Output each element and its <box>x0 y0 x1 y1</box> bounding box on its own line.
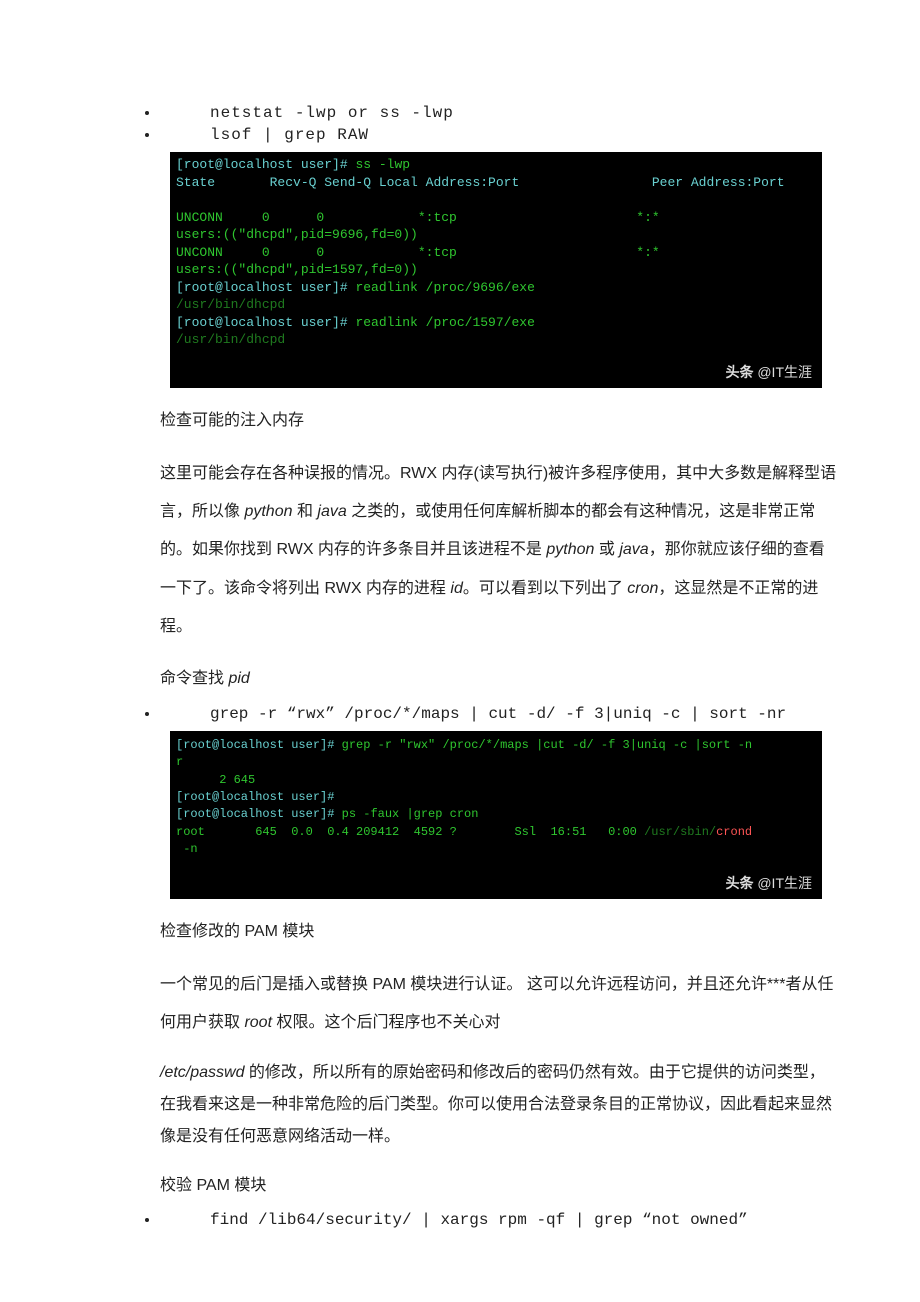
watermark: 头条 @IT生涯 <box>725 363 812 382</box>
watermark: 头条 @IT生涯 <box>725 873 812 893</box>
paragraph-body: /etc/passwd 的修改，所以所有的原始密码和修改后的密码仍然有效。由于它… <box>160 1057 840 1153</box>
term-prompt: [root@localhost user]# <box>176 807 342 821</box>
command-item: grep -r “rwx” /proc/*/maps | cut -d/ -f … <box>160 705 840 723</box>
paragraph-heading: 检查修改的 PAM 模块 <box>160 913 840 951</box>
paragraph-subheading: 命令查找 pid <box>160 660 840 698</box>
paragraph-subheading: 校验 PAM 模块 <box>160 1167 840 1205</box>
term-cmd: ss -lwp <box>355 157 410 172</box>
term-line: 2 645 <box>176 773 255 787</box>
command-item: find /lib64/security/ | xargs rpm -qf | … <box>160 1211 840 1229</box>
command-list-b: grep -r “rwx” /proc/*/maps | cut -d/ -f … <box>80 705 840 723</box>
term-prompt: [root@localhost user]# <box>176 157 355 172</box>
term-line: users:(("dhcpd",pid=1597,fd=0)) <box>176 262 418 277</box>
command-list-a: netstat -lwp or ss -lwp lsof | grep RAW <box>80 104 840 144</box>
term-line: -n <box>176 842 198 856</box>
term-line: users:(("dhcpd",pid=9696,fd=0)) <box>176 227 418 242</box>
term-prompt: [root@localhost user]# <box>176 280 355 295</box>
paragraph-body: 这里可能会存在各种误报的情况。RWX 内存(读写执行)被许多程序使用，其中大多数… <box>160 455 840 647</box>
command-text: grep -r “rwx” /proc/*/maps | cut -d/ -f … <box>210 705 786 723</box>
term-prompt: [root@localhost user]# <box>176 315 355 330</box>
term-cmd: grep -r "rwx" /proc/*/maps |cut -d/ -f 3… <box>342 738 752 752</box>
command-item: lsof | grep RAW <box>160 126 840 144</box>
document-page: netstat -lwp or ss -lwp lsof | grep RAW … <box>0 0 920 1295</box>
term-header: State Recv-Q Send-Q Local Address:Port P… <box>176 175 785 190</box>
command-text: lsof | grep RAW <box>210 126 369 144</box>
term-line: UNCONN 0 0 *:tcp *:* <box>176 210 660 225</box>
paragraph-body: 一个常见的后门是插入或替换 PAM 模块进行认证。 这可以允许远程访问，并且还允… <box>160 966 840 1043</box>
command-text: find /lib64/security/ | xargs rpm -qf | … <box>210 1211 748 1229</box>
term-output: /usr/bin/dhcpd <box>176 297 285 312</box>
term-output: /usr/bin/dhcpd <box>176 332 285 347</box>
term-cmd: readlink /proc/9696/exe <box>355 280 534 295</box>
term-prompt: [root@localhost user]# <box>176 790 334 804</box>
term-path: /usr/sbin/ <box>644 825 716 839</box>
paragraph-heading: 检查可能的注入内存 <box>160 402 840 440</box>
terminal-screenshot-a: [root@localhost user]# ss -lwp State Rec… <box>170 152 822 388</box>
term-line: r <box>176 755 183 769</box>
term-line: UNCONN 0 0 *:tcp *:* <box>176 245 660 260</box>
term-cmd: readlink /proc/1597/exe <box>355 315 534 330</box>
command-list-c: find /lib64/security/ | xargs rpm -qf | … <box>80 1211 840 1229</box>
term-prompt: [root@localhost user]# <box>176 738 342 752</box>
term-line: root 645 0.0 0.4 209412 4592 ? Ssl 16:51… <box>176 825 644 839</box>
command-text: netstat -lwp or ss -lwp <box>210 104 454 122</box>
term-cmd: ps -faux |grep cron <box>342 807 479 821</box>
terminal-screenshot-b: [root@localhost user]# grep -r "rwx" /pr… <box>170 731 822 900</box>
term-hit: crond <box>716 825 752 839</box>
command-item: netstat -lwp or ss -lwp <box>160 104 840 122</box>
